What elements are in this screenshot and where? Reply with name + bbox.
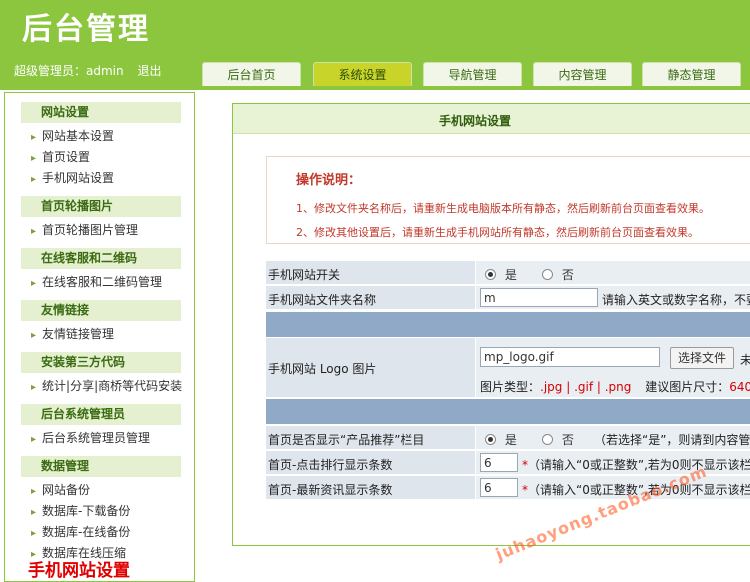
- sidebar-item-third-party-code[interactable]: 统计|分享|商桥等代码安装: [31, 377, 182, 394]
- overlay-caption: 手机网站设置: [28, 561, 130, 581]
- instructions-title: 操作说明：: [296, 173, 362, 188]
- sidebar-group-site-settings[interactable]: 网站设置: [21, 102, 181, 123]
- radio-icon[interactable]: [542, 434, 553, 445]
- sidebar-group-friend-links[interactable]: 友情链接: [21, 300, 181, 321]
- tab-system-settings[interactable]: 系统设置: [313, 62, 412, 86]
- logo: 后台管理: [22, 12, 150, 47]
- folder-hint: 请输入英文或数字名称，不要: [602, 293, 750, 307]
- sidebar-item-admins-manage[interactable]: 后台系统管理员管理: [31, 429, 150, 446]
- tab-navigation[interactable]: 导航管理: [423, 62, 522, 86]
- tab-content[interactable]: 内容管理: [533, 62, 632, 86]
- instruction-line-1: 1、修改文件夹名称后，请重新生成电脑版本所有静态，然后刷新前台页面查看效果。: [296, 202, 710, 215]
- product-recommend-cell: 是 否 （若选择“是”，则请到内容管: [475, 426, 750, 449]
- image-type-info: 图片类型：.jpg | .gif | .png 建议图片尺寸：640 *: [480, 380, 750, 394]
- section-separator: [266, 312, 750, 338]
- section-separator: [266, 399, 750, 425]
- folder-input[interactable]: m: [480, 288, 598, 307]
- choose-file-button[interactable]: 选择文件: [670, 347, 734, 369]
- sidebar-item-friend-links-manage[interactable]: 友情链接管理: [31, 325, 114, 342]
- form-row-logo: 手机网站 Logo 图片 mp_logo.gif 选择文件 未 图片类型：.jp…: [266, 338, 750, 398]
- sidebar-group-data[interactable]: 数据管理: [21, 456, 181, 477]
- folder-cell: m 请输入英文或数字名称，不要: [475, 286, 750, 309]
- panel-header: 手机网站设置: [233, 104, 750, 134]
- sidebar-item-service-qrcode-manage[interactable]: 在线客服和二维码管理: [31, 273, 162, 290]
- logo-file-input[interactable]: mp_logo.gif: [480, 347, 660, 367]
- mobile-switch-label: 手机网站开关: [268, 268, 341, 282]
- sidebar: 网站设置 网站基本设置 首页设置 手机网站设置 首页轮播图片 首页轮播图片管理 …: [4, 92, 195, 582]
- logo-cell: mp_logo.gif 选择文件 未 图片类型：.jpg | .gif | .p…: [475, 338, 750, 397]
- click-rank-input[interactable]: 6: [480, 453, 518, 472]
- logo-label: 手机网站 Logo 图片: [268, 362, 377, 376]
- sidebar-item-db-download-backup[interactable]: 数据库-下载备份: [31, 502, 130, 519]
- file-status: 未: [740, 353, 750, 367]
- form-row-product-recommend: 首页是否显示“产品推荐”栏目 是 否 （若选择“是”，则请到内容管: [266, 426, 750, 450]
- instruction-line-2: 2、修改其他设置后，请重新生成手机网站所有静态，然后刷新前台页面查看效果。: [296, 226, 699, 239]
- instructions-box: 操作说明： 1、修改文件夹名称后，请重新生成电脑版本所有静态，然后刷新前台页面查…: [266, 156, 750, 244]
- product-recommend-label: 首页是否显示“产品推荐”栏目: [268, 433, 425, 447]
- sidebar-group-service-qrcode[interactable]: 在线客服和二维码: [21, 248, 181, 269]
- click-rank-hint: *（请输入“0或正整数”,若为0则不显示该栏: [522, 458, 750, 472]
- sidebar-item-mobile-settings[interactable]: 手机网站设置: [31, 169, 114, 186]
- logout-link[interactable]: 退出: [137, 64, 161, 78]
- mobile-switch-cell: 是 否: [475, 261, 750, 284]
- mobile-switch-no[interactable]: 否: [542, 266, 574, 283]
- sidebar-item-db-online-backup[interactable]: 数据库-在线备份: [31, 523, 130, 540]
- form-row-mobile-switch: 手机网站开关 是 否: [266, 261, 750, 285]
- sidebar-item-basic-settings[interactable]: 网站基本设置: [31, 127, 114, 144]
- mobile-switch-yes[interactable]: 是: [485, 266, 517, 283]
- sidebar-item-site-backup[interactable]: 网站备份: [31, 481, 90, 498]
- folder-label: 手机网站文件夹名称: [268, 293, 377, 307]
- panel-title: 手机网站设置: [439, 114, 512, 128]
- click-rank-label: 首页-点击排行显示条数: [268, 458, 393, 472]
- sidebar-item-carousel-manage[interactable]: 首页轮播图片管理: [31, 221, 138, 238]
- sidebar-item-home-settings[interactable]: 首页设置: [31, 148, 90, 165]
- radio-icon[interactable]: [542, 269, 553, 280]
- form-row-folder: 手机网站文件夹名称 m 请输入英文或数字名称，不要: [266, 286, 750, 310]
- product-recommend-no[interactable]: 否: [542, 431, 574, 448]
- radio-icon[interactable]: [485, 269, 496, 280]
- news-input[interactable]: 6: [480, 478, 518, 497]
- sidebar-group-carousel[interactable]: 首页轮播图片: [21, 196, 181, 217]
- user-info: 超级管理员：admin: [14, 64, 124, 78]
- product-recommend-yes[interactable]: 是: [485, 431, 517, 448]
- sidebar-group-third-party[interactable]: 安装第三方代码: [21, 352, 181, 373]
- header: 后台管理 超级管理员：admin 退出 后台首页 系统设置 导航管理 内容管理 …: [0, 0, 750, 90]
- click-rank-cell: 6 *（请输入“0或正整数”,若为0则不显示该栏: [475, 451, 750, 474]
- tab-dashboard[interactable]: 后台首页: [202, 62, 301, 86]
- user-bar: 超级管理员：admin 退出: [14, 62, 161, 79]
- product-recommend-hint: （若选择“是”，则请到内容管: [594, 433, 750, 447]
- tab-static[interactable]: 静态管理: [642, 62, 741, 86]
- radio-icon[interactable]: [485, 434, 496, 445]
- sidebar-group-admins[interactable]: 后台系统管理员: [21, 404, 181, 425]
- news-label: 首页-最新资讯显示条数: [268, 483, 393, 497]
